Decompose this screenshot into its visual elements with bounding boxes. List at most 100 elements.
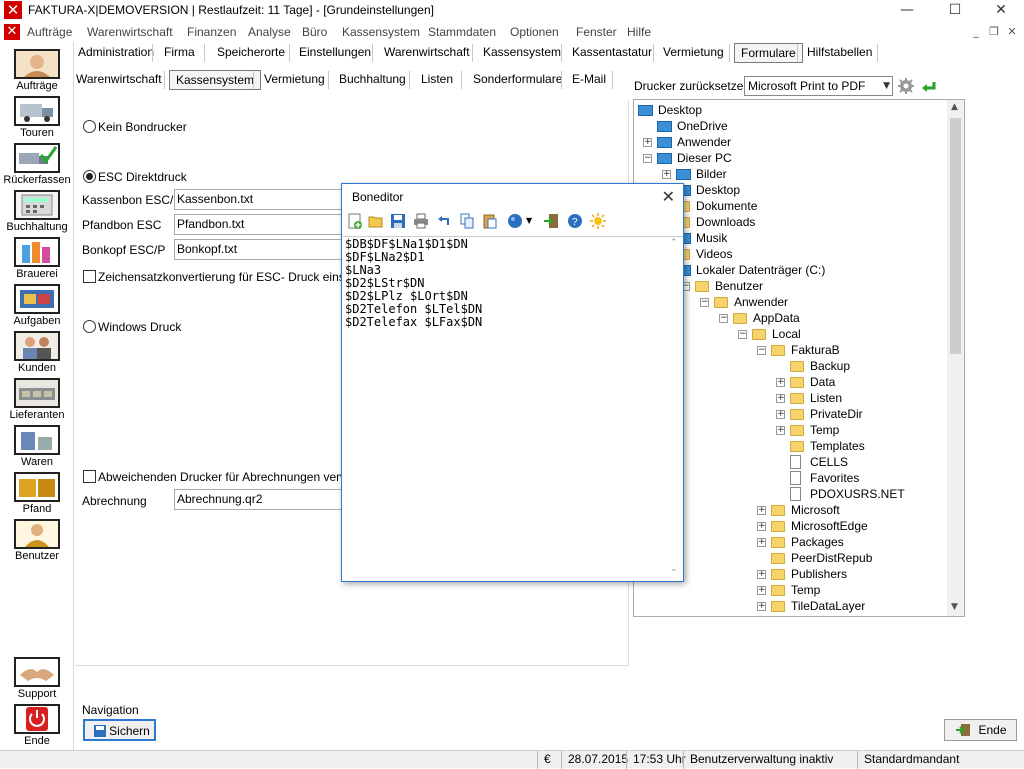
expand-icon[interactable]: +: [757, 586, 766, 595]
undo-icon[interactable]: [436, 213, 452, 229]
paste-icon[interactable]: [482, 213, 498, 229]
nav-brauerei[interactable]: Brauerei: [2, 234, 72, 280]
nav-buchhaltung[interactable]: Buchhaltung: [2, 187, 72, 233]
expand-icon[interactable]: +: [776, 378, 785, 387]
kassenbon-field[interactable]: Kassenbon.txt: [174, 189, 344, 210]
color-icon[interactable]: [507, 213, 523, 229]
tab-firma[interactable]: Firma: [158, 43, 201, 63]
radio-esc-direktdruck[interactable]: [83, 170, 96, 183]
tab-kassentastatur[interactable]: Kassentastatur: [566, 43, 658, 63]
print-icon[interactable]: [413, 213, 429, 229]
tree-item[interactable]: + Temp: [634, 582, 946, 598]
subtab-vermietung[interactable]: Vermietung: [258, 70, 331, 90]
mdi-restore-button[interactable]: ❐: [986, 25, 1002, 39]
menu-optionen[interactable]: Optionen: [510, 25, 559, 39]
end-button[interactable]: Ende: [944, 719, 1017, 741]
sun-icon[interactable]: [590, 213, 606, 229]
menu-buero[interactable]: Büro: [302, 25, 327, 39]
tree-item[interactable]: + Bilder: [634, 166, 946, 182]
tree-item[interactable]: + Anwender: [634, 134, 946, 150]
expand-icon[interactable]: +: [757, 538, 766, 547]
tab-warenwirtschaft[interactable]: Warenwirtschaft: [378, 43, 476, 63]
reset-arrow-icon[interactable]: [921, 78, 937, 94]
abrechnung-field[interactable]: Abrechnung.qr2: [174, 489, 344, 510]
expand-icon[interactable]: +: [776, 394, 785, 403]
menu-warenwirtschaft[interactable]: Warenwirtschaft: [87, 25, 173, 39]
save-button[interactable]: Sichern: [83, 719, 156, 741]
radio-windows-druck[interactable]: [83, 320, 96, 333]
collapse-icon[interactable]: −: [700, 298, 709, 307]
printer-select[interactable]: Microsoft Print to PDF ▼: [744, 76, 893, 96]
save-icon[interactable]: [390, 213, 406, 229]
copy-icon[interactable]: [459, 213, 475, 229]
subtab-buchhaltung[interactable]: Buchhaltung: [333, 70, 412, 90]
tab-hilfstabellen[interactable]: Hilfstabellen: [801, 43, 878, 63]
tree-item[interactable]: + TileDataLayer: [634, 598, 946, 614]
expand-icon[interactable]: +: [757, 522, 766, 531]
nav-aufgaben[interactable]: Aufgaben: [2, 281, 72, 327]
scroll-up-icon[interactable]: ▲: [951, 102, 958, 112]
tree-scroll-thumb[interactable]: [950, 118, 961, 354]
tab-formulare[interactable]: Formulare: [734, 43, 803, 63]
nav-kunden[interactable]: Kunden: [2, 328, 72, 374]
tree-scrollbar[interactable]: ▲ ▼: [947, 100, 964, 616]
mdi-minimize-button[interactable]: _: [968, 25, 984, 39]
nav-auftraege[interactable]: Aufträge: [2, 46, 72, 92]
tab-administration[interactable]: Administration: [72, 43, 160, 63]
radio-kein-bondrucker[interactable]: [83, 120, 96, 133]
tree-item[interactable]: Desktop: [634, 102, 946, 118]
subtab-kassensystem[interactable]: Kassensystem: [169, 70, 262, 90]
maximize-button[interactable]: ☐: [932, 0, 978, 22]
nav-pfand[interactable]: Pfand: [2, 469, 72, 515]
subtab-warenwirtschaft[interactable]: Warenwirtschaft: [70, 70, 168, 90]
pfandbon-field[interactable]: Pfandbon.txt: [174, 214, 344, 235]
tab-einstellungen[interactable]: Einstellungen: [293, 43, 377, 63]
collapse-icon[interactable]: −: [719, 314, 728, 323]
dropdown-arrow-icon[interactable]: ▼: [526, 213, 536, 229]
menu-auftraege[interactable]: Aufträge: [27, 25, 72, 39]
bonkopf-field[interactable]: Bonkopf.txt: [174, 239, 344, 260]
expand-icon[interactable]: +: [776, 426, 785, 435]
open-icon[interactable]: [368, 213, 384, 229]
collapse-icon[interactable]: −: [757, 346, 766, 355]
expand-icon[interactable]: +: [757, 570, 766, 579]
menu-kassensystem[interactable]: Kassensystem: [342, 25, 420, 39]
collapse-icon[interactable]: −: [643, 154, 652, 163]
menu-analyse[interactable]: Analyse: [248, 25, 291, 39]
editor-scrollbar[interactable]: ⌃ ⌄: [668, 238, 682, 578]
expand-icon[interactable]: +: [776, 410, 785, 419]
close-window-button[interactable]: ✕: [978, 0, 1024, 22]
menu-hilfe[interactable]: Hilfe: [627, 25, 651, 39]
help-icon[interactable]: ?: [567, 213, 583, 229]
expand-icon[interactable]: +: [662, 170, 671, 179]
mdi-close-button[interactable]: ✕: [1004, 25, 1020, 39]
dialog-close-icon[interactable]: ✕: [662, 187, 675, 206]
menu-finanzen[interactable]: Finanzen: [187, 25, 236, 39]
menu-fenster[interactable]: Fenster: [576, 25, 617, 39]
collapse-icon[interactable]: −: [738, 330, 747, 339]
nav-lieferanten[interactable]: Lieferanten: [2, 375, 72, 421]
nav-waren[interactable]: Waren: [2, 422, 72, 468]
export-icon[interactable]: [543, 213, 559, 229]
tab-speicherorte[interactable]: Speicherorte: [211, 43, 291, 63]
editor-scroll-up-icon[interactable]: ⌃: [670, 238, 678, 248]
bon-editor-textarea[interactable]: $DB$DF$LNa1$D1$DN $DF$LNa2$D1 $LNa3 $D2$…: [343, 236, 683, 580]
checkbox-abweichender-drucker[interactable]: [83, 470, 96, 483]
checkbox-zeichensatz[interactable]: [83, 270, 96, 283]
nav-support[interactable]: Support: [2, 654, 72, 700]
tree-item[interactable]: OneDrive: [634, 118, 946, 134]
menu-stammdaten[interactable]: Stammdaten: [428, 25, 496, 39]
expand-icon[interactable]: +: [757, 506, 766, 515]
minimize-button[interactable]: —: [884, 0, 930, 22]
subtab-email[interactable]: E-Mail: [566, 70, 612, 90]
gear-icon[interactable]: [898, 78, 914, 94]
expand-icon[interactable]: +: [643, 138, 652, 147]
menu-app-icon[interactable]: ✕: [4, 24, 20, 40]
nav-ende[interactable]: Ende: [2, 701, 72, 747]
expand-icon[interactable]: +: [757, 602, 766, 611]
subtab-listen[interactable]: Listen: [415, 70, 459, 90]
scroll-down-icon[interactable]: ▼: [951, 602, 958, 612]
nav-rueckerfassen[interactable]: Rückerfassen: [2, 140, 72, 186]
nav-touren[interactable]: Touren: [2, 93, 72, 139]
nav-benutzer[interactable]: Benutzer: [2, 516, 72, 562]
